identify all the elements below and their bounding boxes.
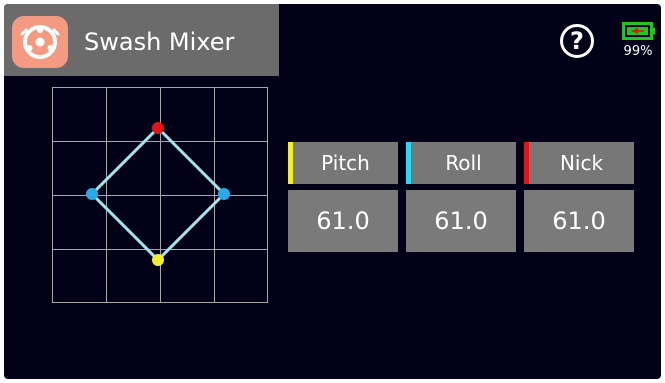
- page-title: Swash Mixer: [84, 28, 235, 56]
- title-bar[interactable]: Swash Mixer: [4, 4, 279, 76]
- battery-percentage: 99%: [623, 44, 653, 59]
- swash-diamond: [89, 125, 227, 263]
- pitch-point: [152, 254, 164, 266]
- help-button[interactable]: ?: [560, 24, 594, 58]
- pitch-label: Pitch: [321, 151, 370, 175]
- swash-plate-graph: [52, 87, 268, 303]
- nick-label: Nick: [559, 151, 604, 175]
- battery-charging-icon: [622, 22, 655, 40]
- roll-point-right: [218, 188, 230, 200]
- roll-value[interactable]: 61.0: [406, 190, 516, 252]
- swash-mixer-screen: Swash Mixer ? 99% Pitch 61.0 Roll 61.0 N…: [4, 4, 661, 379]
- nick-point: [152, 122, 164, 134]
- nick-value[interactable]: 61.0: [524, 190, 634, 252]
- pitch-header: Pitch: [288, 142, 398, 184]
- swash-mixer-icon[interactable]: [12, 16, 68, 68]
- nick-header: Nick: [524, 142, 634, 184]
- pitch-value[interactable]: 61.0: [288, 190, 398, 252]
- roll-header: Roll: [406, 142, 516, 184]
- roll-label: Roll: [445, 151, 482, 175]
- roll-point-left: [86, 188, 98, 200]
